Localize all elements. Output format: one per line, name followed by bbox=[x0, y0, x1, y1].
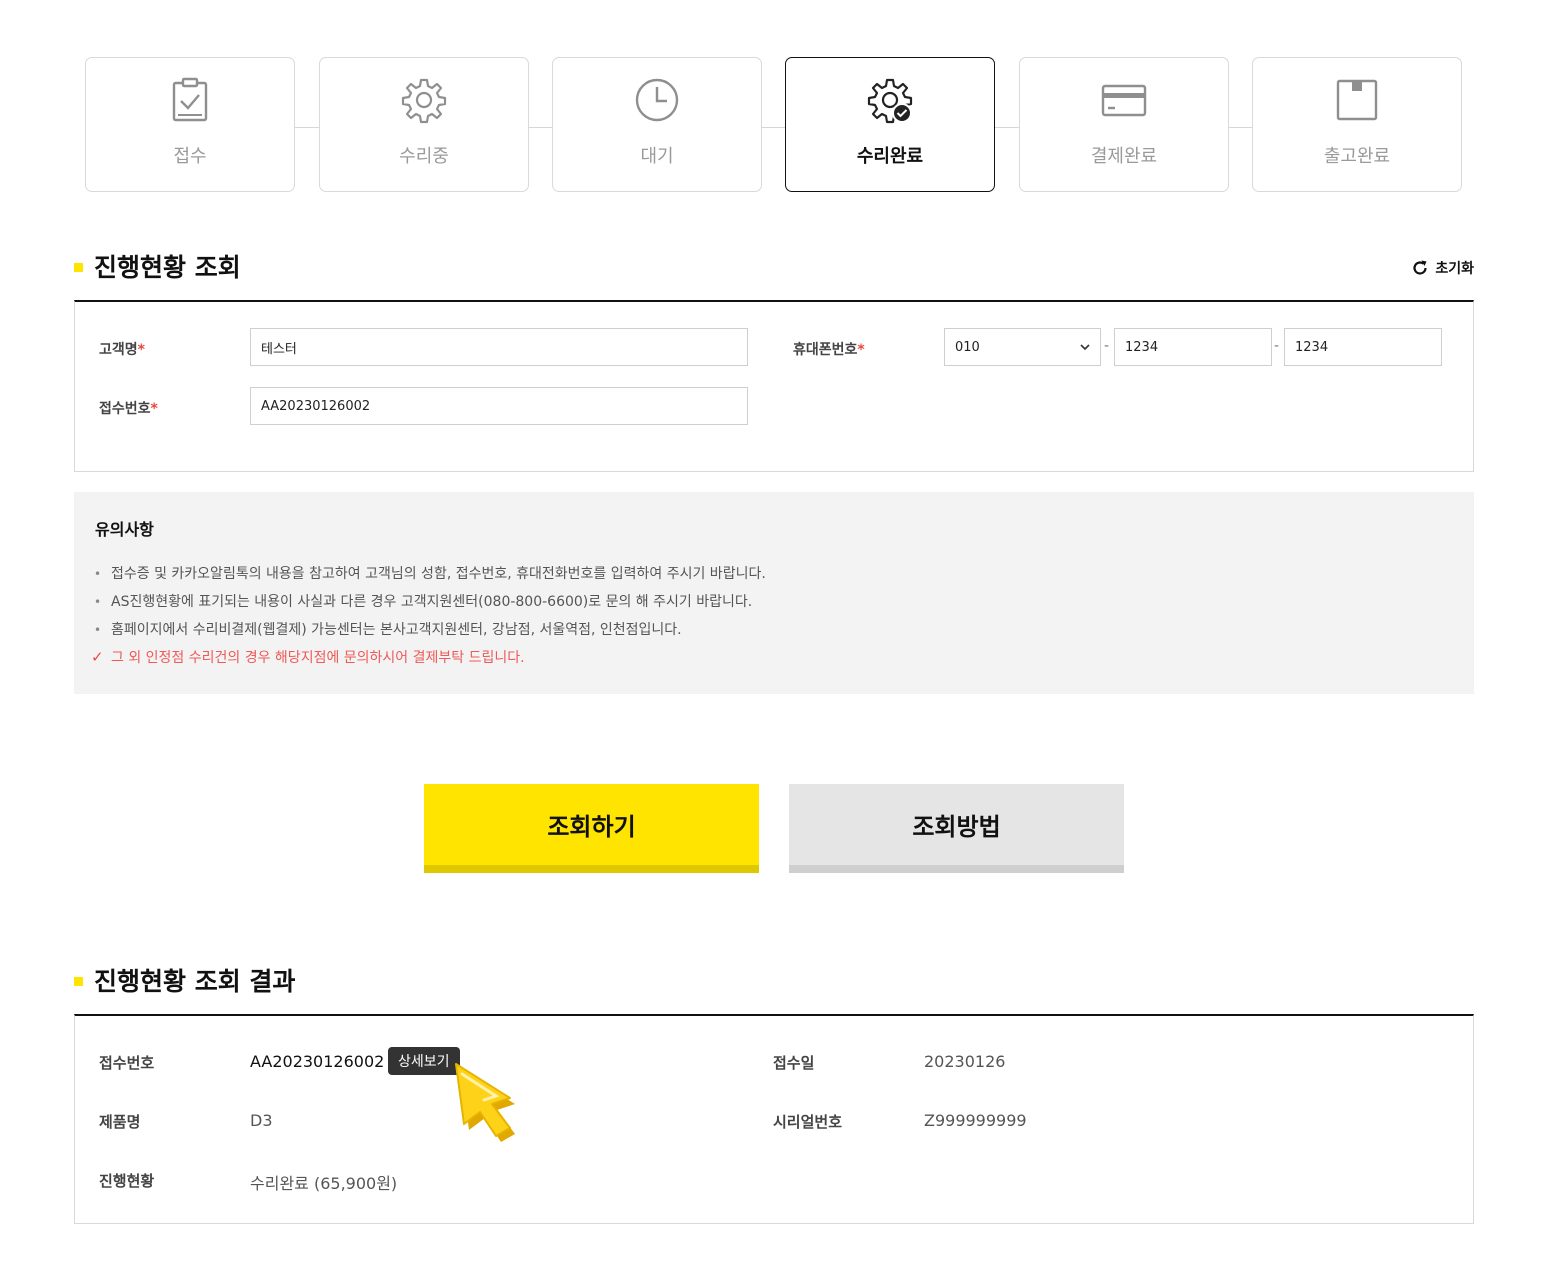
result-status-label: 진행현황 bbox=[99, 1172, 155, 1190]
progress-steps: 접수 수리중 대기 수리완료 결제완료 출고완료 bbox=[85, 57, 1462, 192]
step-label: 접수 bbox=[173, 146, 207, 167]
result-status-value: 수리완료 (65,900원) bbox=[250, 1174, 398, 1193]
customer-name-input[interactable] bbox=[250, 328, 748, 366]
phone-label-text: 휴대폰번호 bbox=[793, 342, 858, 358]
required-mark: * bbox=[150, 401, 158, 417]
phone-dash: - bbox=[1104, 338, 1110, 354]
search-button[interactable]: 조회하기 bbox=[424, 784, 759, 873]
result-product-value: D3 bbox=[250, 1111, 273, 1130]
phone-dash: - bbox=[1274, 338, 1280, 354]
notice-item: • AS진행현황에 표기되는 내용이 사실과 다른 경우 고객지원센터(080-8… bbox=[94, 592, 766, 620]
notice-warning-text: 그 외 인정점 수리건의 경우 해당지점에 문의하시어 결제부탁 드립니다. bbox=[111, 650, 525, 666]
step-shipped: 출고완료 bbox=[1252, 57, 1462, 192]
section-title-text: 진행현황 조회 결과 bbox=[94, 967, 296, 996]
result-receipt-label: 접수번호 bbox=[99, 1054, 155, 1072]
notice-warning: ✓ 그 외 인정점 수리건의 경우 해당지점에 문의하시어 결제부탁 드립니다. bbox=[91, 648, 766, 676]
result-serial-label: 시리얼번호 bbox=[773, 1113, 843, 1131]
pointer-cursor-icon bbox=[455, 1063, 515, 1142]
gear-check-icon bbox=[867, 78, 913, 124]
phone-last-input[interactable] bbox=[1284, 328, 1442, 366]
step-repair-complete: 수리완료 bbox=[785, 57, 995, 192]
box-icon bbox=[1336, 79, 1378, 121]
customer-name-label-text: 고객명 bbox=[99, 342, 138, 358]
step-label: 수리중 bbox=[399, 146, 449, 167]
search-form: 고객명* 휴대폰번호* 010 - - 접수번호* bbox=[74, 300, 1474, 472]
notice-item-text: AS진행현황에 표기되는 내용이 사실과 다른 경우 고객지원센터(080-80… bbox=[111, 594, 753, 610]
refresh-icon bbox=[1413, 260, 1427, 275]
phone-prefix-select[interactable]: 010 bbox=[944, 328, 1101, 366]
how-to-search-button-label: 조회방법 bbox=[912, 813, 1001, 841]
receipt-number-label-text: 접수번호 bbox=[99, 401, 151, 417]
search-button-label: 조회하기 bbox=[547, 813, 636, 841]
chevron-down-icon bbox=[1080, 343, 1090, 350]
step-label: 대기 bbox=[640, 146, 674, 167]
result-date-value: 20230126 bbox=[924, 1052, 1006, 1071]
step-waiting: 대기 bbox=[552, 57, 762, 192]
result-receipt-value: AA20230126002 bbox=[250, 1052, 385, 1071]
how-to-search-button[interactable]: 조회방법 bbox=[789, 784, 1124, 873]
bullet: • bbox=[94, 567, 102, 581]
result-table: 접수번호 AA20230126002 상세보기 접수일 20230126 제품명… bbox=[74, 1014, 1474, 1224]
required-mark: * bbox=[137, 342, 145, 358]
phone-label: 휴대폰번호* bbox=[793, 339, 865, 359]
step-repairing: 수리중 bbox=[319, 57, 529, 192]
result-date-label: 접수일 bbox=[773, 1054, 815, 1072]
detail-view-label: 상세보기 bbox=[398, 1054, 450, 1070]
notice-item-text: 홈페이지에서 수리비결제(웹결제) 가능센터는 본사고객지원센터, 강남점, 서… bbox=[111, 622, 682, 638]
step-label: 수리완료 bbox=[856, 146, 924, 167]
clipboard-check-icon bbox=[172, 77, 208, 122]
result-serial-value: Z999999999 bbox=[924, 1111, 1027, 1130]
bullet: • bbox=[94, 623, 102, 637]
title-marker bbox=[74, 262, 83, 272]
result-section-title: 진행현황 조회 결과 bbox=[74, 962, 295, 998]
phone-prefix-value: 010 bbox=[955, 339, 980, 355]
notice-item: • 접수증 및 카카오알림톡의 내용을 참고하여 고객님의 성함, 접수번호, 휴… bbox=[94, 564, 766, 592]
step-label: 출고완료 bbox=[1323, 146, 1391, 167]
notice-title: 유의사항 bbox=[95, 520, 154, 539]
result-product-label: 제품명 bbox=[99, 1113, 141, 1131]
reset-label: 초기화 bbox=[1435, 261, 1474, 277]
receipt-number-input[interactable] bbox=[250, 387, 748, 425]
step-payment-complete: 결제완료 bbox=[1019, 57, 1229, 192]
notice-box: 유의사항 • 접수증 및 카카오알림톡의 내용을 참고하여 고객님의 성함, 접수… bbox=[74, 492, 1474, 694]
step-label: 결제완료 bbox=[1090, 146, 1158, 167]
check-icon: ✓ bbox=[91, 648, 104, 666]
notice-item: • 홈페이지에서 수리비결제(웹결제) 가능센터는 본사고객지원센터, 강남점, … bbox=[94, 620, 766, 648]
clock-icon bbox=[635, 78, 679, 122]
receipt-number-label: 접수번호* bbox=[99, 398, 158, 418]
section-title-text: 진행현황 조회 bbox=[94, 253, 241, 282]
reset-button[interactable]: 초기화 bbox=[1411, 258, 1474, 278]
required-mark: * bbox=[857, 342, 865, 358]
phone-middle-input[interactable] bbox=[1114, 328, 1272, 366]
bullet: • bbox=[94, 595, 102, 609]
notice-item-text: 접수증 및 카카오알림톡의 내용을 참고하여 고객님의 성함, 접수번호, 휴대… bbox=[111, 566, 766, 582]
title-marker bbox=[74, 976, 83, 986]
notice-list: • 접수증 및 카카오알림톡의 내용을 참고하여 고객님의 성함, 접수번호, 휴… bbox=[91, 564, 766, 676]
customer-name-label: 고객명* bbox=[99, 339, 145, 359]
step-received: 접수 bbox=[85, 57, 295, 192]
search-section-title: 진행현황 조회 bbox=[74, 248, 241, 284]
credit-card-icon bbox=[1101, 84, 1147, 117]
gear-icon bbox=[401, 78, 447, 124]
